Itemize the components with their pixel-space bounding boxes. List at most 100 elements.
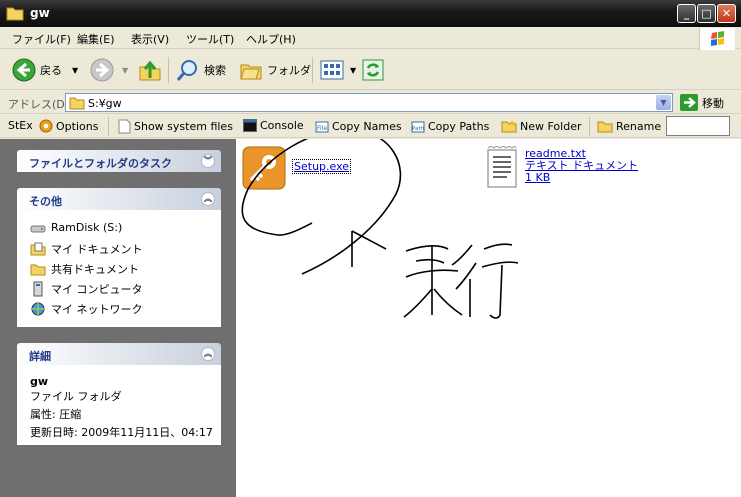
stex-options-button[interactable]: Options	[39, 119, 98, 133]
menu-view[interactable]: 表示(V)	[131, 31, 169, 47]
refresh-button[interactable]	[362, 57, 384, 83]
back-button[interactable]: 戻る ▼	[12, 57, 78, 83]
details-name: gw	[30, 375, 49, 388]
go-arrow-icon	[680, 94, 698, 111]
stex-rename-button[interactable]: Rename	[597, 119, 661, 133]
close-button[interactable]: ✕	[717, 4, 736, 23]
stex-copy-names-label: Copy Names	[332, 119, 402, 133]
stex-show-system-button[interactable]: Show system files	[118, 119, 233, 134]
file-name-setup: Setup.exe	[292, 159, 352, 174]
other-item-my-documents[interactable]: マイ ドキュメント	[30, 241, 143, 257]
other-item-label: RamDisk (S:)	[51, 221, 123, 234]
windows-logo	[699, 28, 735, 50]
go-button[interactable]: 移動	[680, 94, 724, 111]
console-icon	[243, 119, 257, 132]
stex-input[interactable]	[666, 116, 730, 136]
file-list: Setup.exe readme.txt テキスト ドキュメント 1 KB 実行	[236, 139, 741, 497]
forward-dropdown-icon[interactable]: ▼	[122, 66, 128, 75]
chevron-down-icon[interactable]: ︾	[201, 154, 215, 168]
network-icon	[31, 302, 45, 316]
views-dropdown-icon[interactable]: ▼	[350, 66, 356, 75]
other-item-label: マイ ドキュメント	[51, 243, 143, 256]
maximize-button[interactable]: □	[697, 4, 716, 23]
stex-options-label: Options	[56, 119, 99, 133]
folders-button[interactable]: フォルダ	[239, 57, 311, 83]
other-item-label: 共有ドキュメント	[51, 263, 139, 276]
details-header-label: 詳細	[29, 350, 51, 363]
stex-new-folder-label: New Folder	[520, 119, 582, 133]
address-value: S:¥gw	[88, 97, 122, 110]
forward-arrow-icon	[90, 58, 114, 82]
stex-copy-paths-button[interactable]: Path Copy Paths	[411, 119, 489, 133]
stex-new-folder-button[interactable]: New Folder	[501, 119, 581, 133]
stex-copy-names-button[interactable]: File Copy Names	[315, 119, 402, 133]
other-item-my-computer[interactable]: マイ コンピュータ	[30, 281, 143, 297]
up-folder-button[interactable]	[138, 57, 162, 83]
stex-console-button[interactable]: Console	[243, 119, 304, 132]
shared-folder-icon	[30, 264, 46, 276]
menu-tools[interactable]: ツール(T)	[186, 31, 234, 47]
menu-bar: ファイル(F) 編集(E) 表示(V) ツール(T) ヘルプ(H)	[0, 27, 741, 49]
details-type: ファイル フォルダ	[30, 390, 122, 403]
other-item-my-network[interactable]: マイ ネットワーク	[30, 301, 143, 317]
menu-help[interactable]: ヘルプ(H)	[246, 31, 296, 47]
refresh-icon	[362, 59, 384, 81]
chevron-up-icon[interactable]: ︽	[201, 347, 215, 361]
gear-icon	[39, 119, 53, 133]
my-documents-icon	[30, 242, 46, 256]
menu-file[interactable]: ファイル(F)	[12, 31, 71, 47]
go-label: 移動	[702, 96, 724, 110]
forward-button[interactable]: ▼	[90, 57, 128, 83]
tasks-panel-header[interactable]: ファイルとフォルダのタスク ︾	[17, 150, 221, 172]
drive-icon	[30, 225, 46, 232]
setup-key-icon	[242, 146, 286, 190]
other-panel-header[interactable]: その他 ︽	[17, 188, 221, 210]
toolbar: 戻る ▼ ▼ 検索 フォルダ ▼	[0, 50, 741, 90]
copy-paths-icon: Path	[411, 121, 425, 133]
svg-text:File: File	[317, 125, 327, 132]
minimize-button[interactable]: _	[677, 4, 696, 23]
file-item-readme[interactable]: readme.txt テキスト ドキュメント 1 KB	[485, 145, 638, 189]
folder-icon	[69, 97, 85, 110]
search-icon	[176, 60, 197, 81]
other-item-label: マイ コンピュータ	[51, 283, 143, 296]
title-bar[interactable]: gw _ □ ✕	[0, 0, 741, 27]
folder-icon	[6, 7, 24, 21]
back-dropdown-icon[interactable]: ▼	[72, 66, 78, 75]
other-header-label: その他	[29, 195, 62, 208]
explorer-window: gw _ □ ✕ ファイル(F) 編集(E) 表示(V) ツール(T) ヘルプ(…	[0, 0, 741, 497]
other-item-label: マイ ネットワーク	[51, 303, 143, 316]
address-label: アドレス(D)	[8, 98, 70, 111]
other-item-shared-documents[interactable]: 共有ドキュメント	[30, 261, 139, 277]
menu-edit[interactable]: 編集(E)	[77, 31, 115, 47]
document-icon	[118, 119, 131, 134]
details-modified: 更新日時: 2009年11月11日、04:17	[30, 426, 213, 439]
stex-console-label: Console	[260, 119, 304, 132]
handwritten-annotation: 実行	[241, 139, 519, 319]
other-item-ramdisk[interactable]: RamDisk (S:)	[30, 221, 122, 234]
computer-icon	[33, 281, 43, 297]
file-size-readme: 1 KB	[525, 171, 551, 184]
window-title: gw	[30, 6, 50, 20]
search-label: 検索	[204, 64, 226, 77]
details-panel-body: gw ファイル フォルダ 属性: 圧縮 更新日時: 2009年11月11日、04…	[17, 365, 221, 445]
text-document-icon	[487, 146, 517, 188]
stex-copy-paths-label: Copy Paths	[428, 119, 490, 133]
views-button[interactable]: ▼	[320, 57, 356, 83]
copy-names-icon: File	[315, 121, 329, 133]
details-panel-header[interactable]: 詳細 ︽	[17, 343, 221, 365]
new-folder-icon	[501, 120, 517, 133]
file-item-setup[interactable]: Setup.exe	[242, 146, 352, 190]
address-dropdown-icon[interactable]: ▼	[656, 95, 671, 110]
other-panel-body: RamDisk (S:) マイ ドキュメント 共有ドキュメント マイ コンピュー…	[17, 210, 221, 327]
tasks-header-label: ファイルとフォルダのタスク	[29, 157, 172, 170]
back-label: 戻る	[40, 64, 62, 77]
search-button[interactable]: 検索	[176, 57, 226, 83]
up-folder-icon	[139, 60, 161, 81]
stex-show-system-label: Show system files	[134, 120, 233, 133]
folders-label: フォルダ	[267, 64, 311, 77]
stex-toolbar: StEx Options Show system files Console F…	[0, 115, 741, 138]
address-input[interactable]: S:¥gw ▼	[65, 93, 673, 112]
chevron-up-icon[interactable]: ︽	[201, 192, 215, 206]
windows-flag-icon	[711, 31, 724, 46]
